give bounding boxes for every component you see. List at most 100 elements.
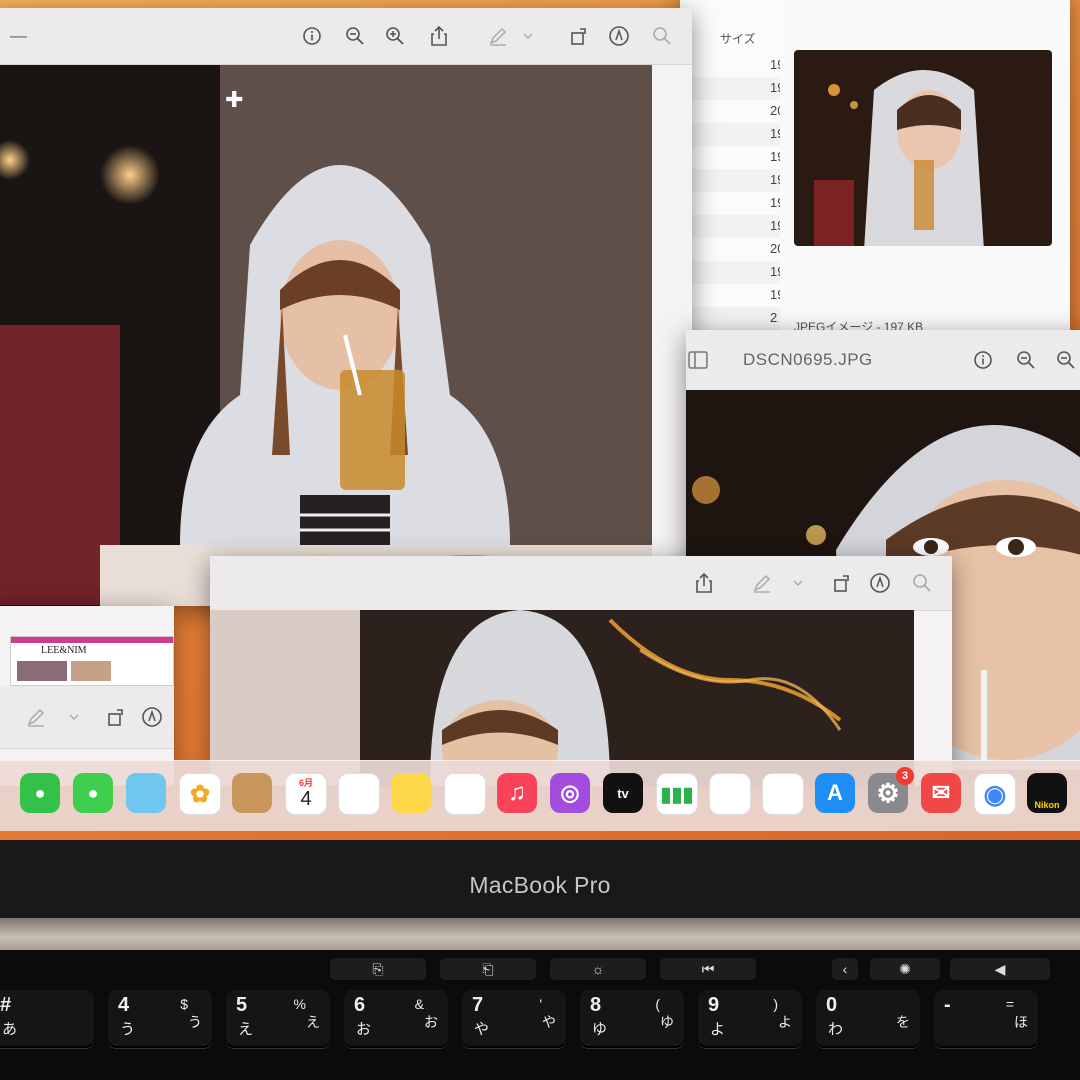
file-list-row[interactable]: 19 (680, 215, 784, 238)
annotate-icon[interactable] (607, 24, 631, 48)
reminders-icon[interactable] (338, 773, 380, 815)
annotate-icon[interactable] (140, 705, 164, 729)
markup-pen-icon[interactable] (750, 571, 774, 595)
keyboard-key[interactable]: # あ (0, 990, 94, 1048)
keyboard-key[interactable]: 6 お & お (344, 990, 448, 1048)
key-kana: え (238, 1021, 254, 1038)
file-list-row[interactable]: 20 (680, 100, 784, 123)
file-list-row[interactable]: 19 (680, 123, 784, 146)
key-shift-symbol: ) (773, 996, 778, 1012)
file-list-row[interactable]: 19 (680, 77, 784, 100)
numbers-icon[interactable]: ▮▮▮ (656, 773, 698, 815)
touchbar-key[interactable]: ✺ (870, 958, 940, 980)
zoom-in-icon[interactable] (1054, 348, 1078, 372)
model-label: MacBook Pro (469, 872, 611, 898)
photos-icon[interactable]: ✿ (179, 773, 221, 815)
key-kana: や (474, 1021, 490, 1038)
zoom-out-icon[interactable] (1014, 348, 1038, 372)
mail-icon[interactable]: ✉ (921, 773, 961, 813)
keyboard-key[interactable]: 8 ゆ(ゆ (580, 990, 684, 1048)
share-icon[interactable] (427, 24, 451, 48)
podcasts-icon[interactable]: ◎ (550, 773, 590, 813)
rotate-icon[interactable] (567, 24, 591, 48)
key-kana-alt: ゆ (660, 1014, 674, 1030)
key-primary: - (944, 994, 951, 1016)
keyboard-key[interactable]: 0 わ を (816, 990, 920, 1048)
key-primary: 9 (708, 994, 720, 1016)
key-primary: 8 (590, 994, 602, 1016)
zoom-out-icon[interactable] (343, 24, 367, 48)
markup-pen-icon[interactable] (24, 705, 48, 729)
notes-icon[interactable] (391, 773, 431, 813)
column-header-size[interactable]: サイズ (720, 30, 756, 47)
key-primary: 0 (826, 994, 838, 1016)
keynote-icon[interactable] (709, 773, 751, 815)
chrome-icon[interactable]: ◉ (974, 773, 1016, 815)
share-icon[interactable] (692, 571, 716, 595)
search-icon[interactable] (910, 571, 934, 595)
file-list-row[interactable]: 19 (680, 146, 784, 169)
calendar-month: 6月 (298, 778, 313, 788)
touchbar-key[interactable]: ⏮ (660, 958, 756, 980)
hinge (0, 918, 1080, 950)
keyboard-key[interactable]: - = ほ (934, 990, 1038, 1048)
key-kana-alt: お (424, 1014, 438, 1030)
touchbar-key[interactable]: ◀ (950, 958, 1050, 980)
key-kana: わ (828, 1021, 844, 1038)
markup-pen-icon[interactable] (486, 24, 510, 48)
info-icon[interactable] (971, 348, 995, 372)
calendar-icon[interactable]: 6月 4 (285, 773, 327, 815)
window-title: DSCN0695.JPG (743, 350, 873, 369)
chevron-down-icon[interactable] (516, 24, 540, 48)
preview-thumbnail (794, 50, 1052, 246)
facetime-icon[interactable]: ● (20, 773, 60, 813)
key-kana: う (120, 1021, 136, 1038)
file-list-row[interactable]: 20 (680, 238, 784, 261)
file-list-row[interactable]: 19 (680, 192, 784, 215)
file-list-row[interactable]: 2 (680, 307, 780, 330)
third-preview-window (210, 556, 952, 786)
key-kana-alt: う (188, 1014, 202, 1030)
file-list-row[interactable]: 19 (680, 54, 784, 77)
info-icon[interactable] (300, 24, 324, 48)
chevron-down-icon[interactable] (786, 571, 810, 595)
contacts-icon[interactable] (232, 773, 272, 813)
file-size-cell: 2 (770, 310, 778, 325)
touchbar-key[interactable]: ⎘ (330, 958, 426, 980)
settings-icon[interactable]: ⚙ 3 (868, 767, 914, 813)
key-primary: # (0, 994, 12, 1016)
nikon-icon[interactable]: Nikon (1027, 773, 1067, 813)
music-icon[interactable]: ♫ (497, 773, 537, 813)
messages-icon[interactable]: ● (73, 773, 113, 813)
touchbar-key[interactable]: ☼ (550, 958, 646, 980)
touchbar-key[interactable]: ⎗ (440, 958, 536, 980)
touchbar-key[interactable]: ‹ (832, 958, 858, 980)
sidebar-icon[interactable] (686, 348, 710, 372)
keyboard-key[interactable]: 4 う $ う (108, 990, 212, 1048)
file-list-row[interactable]: 19 (680, 284, 784, 307)
small-preview-window: LEE&NIM (0, 606, 174, 786)
maps-icon[interactable] (126, 773, 166, 813)
zoom-in-icon[interactable] (383, 24, 407, 48)
pages-icon[interactable] (762, 773, 804, 815)
keyboard-key[interactable]: 5 え% え (226, 990, 330, 1048)
search-icon[interactable] (650, 24, 674, 48)
freeform-icon[interactable] (444, 773, 486, 815)
app-store-icon[interactable]: A (815, 773, 855, 813)
rotate-icon[interactable] (830, 571, 854, 595)
keyboard-key[interactable]: 7 や ' や (462, 990, 566, 1048)
rotate-icon[interactable] (104, 705, 128, 729)
key-kana-alt: ほ (1014, 1014, 1028, 1030)
keyboard-key[interactable]: 9 よ) よ (698, 990, 802, 1048)
file-list-row[interactable]: 19 (680, 261, 784, 284)
key-shift-symbol: ' (539, 996, 542, 1012)
tv-icon[interactable]: tv (603, 773, 643, 813)
annotate-icon[interactable] (868, 571, 892, 595)
key-shift-symbol: ( (655, 996, 660, 1012)
file-list-row[interactable]: 19 (680, 169, 784, 192)
main-photo: ✚ (0, 65, 652, 606)
main-preview-window: — ✚ (0, 8, 692, 606)
key-primary: 6 (354, 994, 366, 1016)
chevron-down-icon[interactable] (62, 705, 86, 729)
main-viewer-toolbar: — (0, 8, 692, 65)
